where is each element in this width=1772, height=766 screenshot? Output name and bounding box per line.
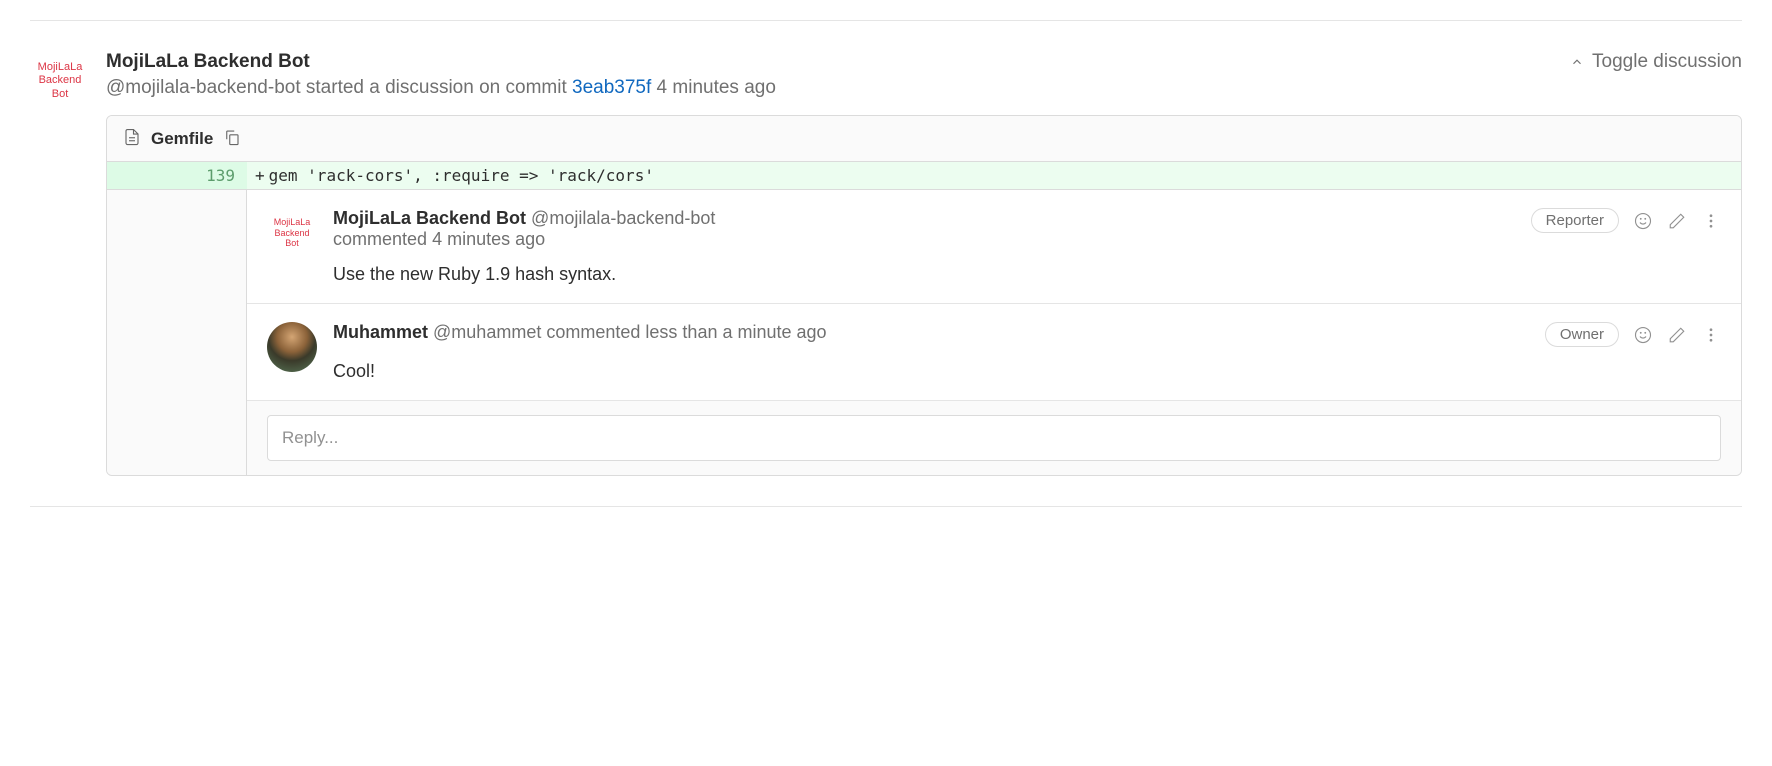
toggle-discussion-label: Toggle discussion	[1592, 51, 1742, 73]
note-author-name[interactable]: MojiLaLa Backend Bot	[333, 208, 526, 228]
note-meta: MojiLaLa Backend Bot @mojilala-backend-b…	[333, 208, 715, 250]
diff-gutter-old	[107, 162, 182, 189]
discussion-author-handle[interactable]: @mojilala-backend-bot	[106, 77, 301, 98]
notes-gutter	[107, 190, 247, 475]
note-action: commented	[333, 229, 427, 249]
toggle-discussion-button[interactable]: Toggle discussion	[1570, 51, 1742, 73]
discussion-main: MojiLaLa Backend Bot @mojilala-backend-b…	[106, 51, 1742, 476]
discussion-timestamp: 4 minutes ago	[657, 77, 776, 98]
note-body: Muhammet @muhammet commented less than a…	[333, 322, 1721, 382]
note-author-avatar[interactable]	[267, 322, 317, 372]
role-badge: Owner	[1545, 322, 1619, 347]
note-item: Muhammet @muhammet commented less than a…	[247, 304, 1741, 401]
notes-wrapper: MojiLaLa Backend Bot MojiLaLa Backend Bo…	[107, 190, 1741, 475]
note-author-handle[interactable]: @mojilala-backend-bot	[531, 208, 715, 228]
role-badge: Reporter	[1531, 208, 1619, 233]
reply-area	[247, 401, 1741, 475]
smiley-icon	[1634, 326, 1652, 344]
kebab-icon	[1702, 326, 1720, 344]
notes-list: MojiLaLa Backend Bot MojiLaLa Backend Bo…	[247, 190, 1741, 475]
note-text: Cool!	[333, 361, 1721, 382]
note-header: MojiLaLa Backend Bot @mojilala-backend-b…	[333, 208, 1721, 250]
top-divider	[30, 20, 1742, 21]
note-actions: Owner	[1545, 322, 1721, 347]
copy-path-button[interactable]	[223, 128, 241, 149]
note-text: Use the new Ruby 1.9 hash syntax.	[333, 264, 1721, 285]
diff-line-number: 139	[182, 162, 247, 189]
pencil-icon	[1668, 326, 1686, 344]
note-item: MojiLaLa Backend Bot MojiLaLa Backend Bo…	[247, 190, 1741, 304]
avatar-photo	[267, 322, 317, 372]
diff-prefix: +	[255, 166, 265, 185]
more-actions-button[interactable]	[1701, 325, 1721, 345]
file-name[interactable]: Gemfile	[151, 129, 213, 149]
emoji-button[interactable]	[1633, 211, 1653, 231]
pencil-icon	[1668, 212, 1686, 230]
edit-button[interactable]	[1667, 325, 1687, 345]
discussion-action-text: started a discussion on commit	[306, 77, 567, 98]
avatar-text: MojiLaLa Backend Bot	[30, 61, 90, 101]
emoji-button[interactable]	[1633, 325, 1653, 345]
discussion-header: MojiLaLa Backend Bot @mojilala-backend-b…	[106, 51, 1742, 99]
diff-card: Gemfile 139 +gem 'rack-cors', :require =…	[106, 115, 1742, 476]
diff-line-content: +gem 'rack-cors', :require => 'rack/cors…	[247, 162, 1741, 189]
note-author-avatar[interactable]: MojiLaLa Backend Bot	[267, 208, 317, 258]
note-actions: Reporter	[1531, 208, 1721, 233]
note-timestamp: less than a minute ago	[645, 322, 826, 342]
note-author-handle[interactable]: @muhammet	[433, 322, 541, 342]
edit-button[interactable]	[1667, 211, 1687, 231]
smiley-icon	[1634, 212, 1652, 230]
discussion-meta: @mojilala-backend-bot started a discussi…	[106, 77, 776, 99]
chevron-up-icon	[1570, 55, 1584, 69]
discussion-author-avatar[interactable]: MojiLaLa Backend Bot	[30, 51, 90, 111]
bottom-divider	[30, 506, 1742, 507]
avatar-text: MojiLaLa Backend Bot	[267, 217, 317, 249]
diff-code: gem 'rack-cors', :require => 'rack/cors'	[269, 166, 654, 185]
note-header: Muhammet @muhammet commented less than a…	[333, 322, 1721, 347]
discussion-header-left: MojiLaLa Backend Bot @mojilala-backend-b…	[106, 51, 776, 99]
file-icon	[123, 128, 141, 149]
diff-line: 139 +gem 'rack-cors', :require => 'rack/…	[107, 162, 1741, 190]
more-actions-button[interactable]	[1701, 211, 1721, 231]
kebab-icon	[1702, 212, 1720, 230]
commit-link[interactable]: 3eab375f	[572, 77, 651, 98]
reply-input[interactable]	[267, 415, 1721, 461]
note-body: MojiLaLa Backend Bot @mojilala-backend-b…	[333, 208, 1721, 285]
note-meta: Muhammet @muhammet commented less than a…	[333, 322, 827, 343]
note-action: commented	[546, 322, 640, 342]
note-timestamp: 4 minutes ago	[432, 229, 545, 249]
file-header: Gemfile	[107, 116, 1741, 162]
note-author-name[interactable]: Muhammet	[333, 322, 428, 342]
discussion-author-name[interactable]: MojiLaLa Backend Bot	[106, 51, 776, 73]
discussion-thread: MojiLaLa Backend Bot MojiLaLa Backend Bo…	[30, 51, 1742, 476]
